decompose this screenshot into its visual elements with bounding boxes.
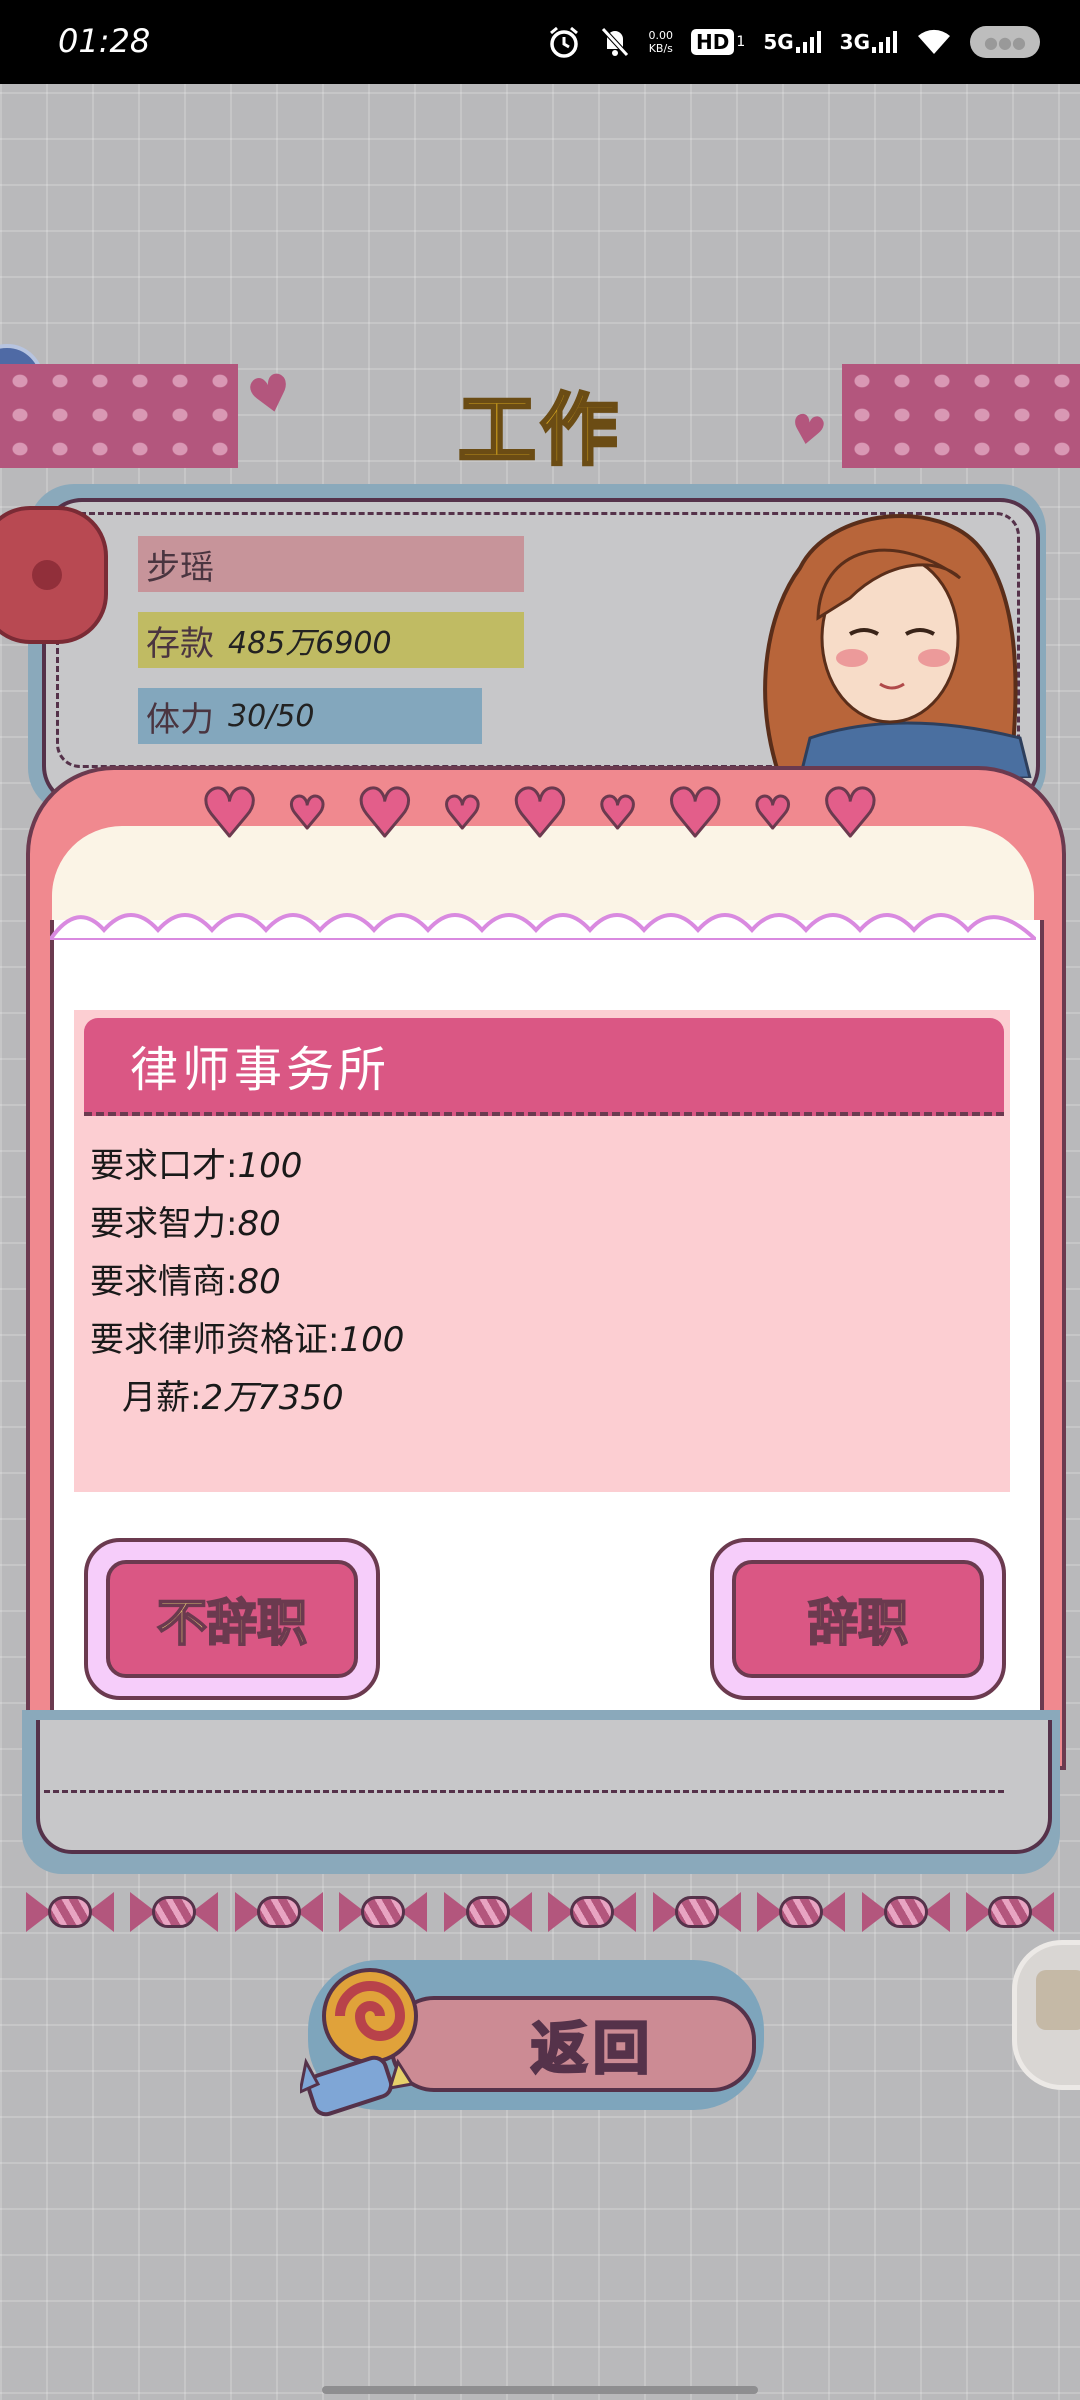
status-time: 01:28: [58, 22, 151, 60]
signal-5g-icon: 5G: [763, 30, 821, 54]
player-name: 步瑶: [146, 547, 214, 588]
candy-icon: [442, 1890, 534, 1934]
character-avatar: [740, 488, 1040, 778]
heart-icon: ♥: [198, 773, 260, 853]
scallop-border: [46, 900, 1041, 942]
battery-icon: ●●●: [970, 26, 1040, 58]
candy-decoration-row: [24, 1890, 1056, 1938]
resign-button[interactable]: 辞职: [710, 1538, 1006, 1700]
floating-assist-icon: [1036, 1970, 1080, 2030]
lower-card-inner: [36, 1720, 1052, 1854]
lollipop-icon: [297, 1966, 440, 2126]
player-name-box: 步瑶: [138, 536, 524, 592]
status-icons: 0.00 KB/s HD 1 5G 3G ●●●: [547, 18, 1040, 66]
no-resign-button[interactable]: 不辞职: [84, 1538, 380, 1700]
job-title: 律师事务所: [130, 1042, 391, 1098]
requirement-intelligence: 要求智力:80: [90, 1204, 281, 1244]
heart-icon: ♥: [354, 773, 416, 853]
heart-icon: ♥: [664, 773, 726, 853]
heart-decoration-icon: ♥: [241, 361, 300, 429]
mute-icon: [599, 25, 631, 59]
resign-label: 辞职: [732, 1560, 984, 1678]
heart-icon: ♥: [509, 773, 571, 853]
stamina-value: 30/50: [228, 698, 315, 734]
candy-icon: [128, 1890, 220, 1934]
page-title: 工作: [456, 385, 622, 478]
heart-icon: ♥: [596, 786, 638, 840]
washi-tape-left: [0, 364, 238, 468]
no-resign-label: 不辞职: [106, 1560, 358, 1678]
hearts-decoration: ♥ ♥ ♥ ♥ ♥ ♥ ♥ ♥ ♥: [198, 773, 881, 853]
status-bar: 01:28 0.00 KB/s HD 1 5G 3G ●●●: [0, 0, 1080, 84]
heart-icon: ♥: [819, 773, 881, 853]
candy-icon: [964, 1890, 1056, 1934]
side-tab-dot-icon: [32, 560, 62, 590]
heart-icon: ♥: [751, 786, 793, 840]
washi-tape-right: [842, 364, 1080, 468]
money-value: 485万6900: [228, 626, 392, 661]
heart-icon: ♥: [441, 786, 483, 840]
stamina-label: 体力: [146, 699, 214, 740]
signal-3g-icon: 3G: [840, 30, 898, 54]
requirement-lawyer-license: 要求律师资格证:100: [90, 1320, 405, 1360]
heart-decoration-icon: ♥: [786, 405, 830, 457]
candy-icon: [651, 1890, 743, 1934]
home-indicator[interactable]: [322, 2386, 758, 2394]
back-label: 返回: [530, 2015, 655, 2083]
requirement-eloquence: 要求口才:100: [90, 1146, 303, 1186]
back-button[interactable]: 返回: [390, 1996, 756, 2092]
wifi-icon: [916, 28, 952, 56]
candy-icon: [24, 1890, 116, 1934]
candy-icon: [860, 1890, 952, 1934]
alarm-icon: [547, 25, 581, 59]
money-box: 存款 485万6900: [138, 612, 524, 668]
candy-icon: [755, 1890, 847, 1934]
stamina-box: 体力 30/50: [138, 688, 482, 744]
hd-indicator: HD 1: [691, 29, 745, 55]
candy-icon: [546, 1890, 638, 1934]
money-label: 存款: [146, 623, 214, 664]
lower-card-divider: [44, 1790, 1004, 1793]
monthly-salary: 月薪:2万7350: [122, 1378, 344, 1418]
candy-icon: [337, 1890, 429, 1934]
candy-icon: [233, 1890, 325, 1934]
requirement-eq: 要求情商:80: [90, 1262, 281, 1302]
heart-icon: ♥: [286, 786, 328, 840]
net-speed: 0.00 KB/s: [648, 29, 674, 55]
